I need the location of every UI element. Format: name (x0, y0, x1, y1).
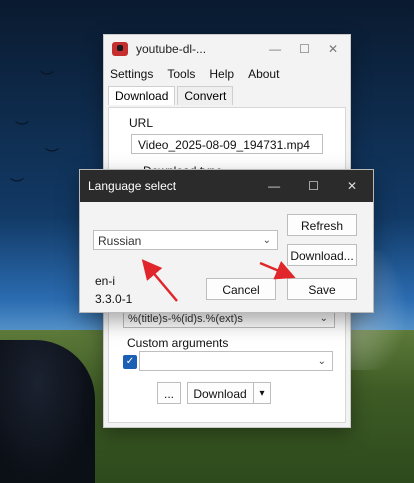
language-select-dialog: Language select — ☐ ✕ Russian ⌄ Refresh … (79, 169, 374, 313)
maximize-icon[interactable]: ☐ (308, 179, 319, 193)
close-icon[interactable]: ✕ (328, 42, 338, 56)
menu-tools[interactable]: Tools (167, 67, 195, 81)
app-icon (112, 42, 128, 56)
dialog-titlebar: Language select — ☐ ✕ (80, 170, 373, 202)
bird-icon: ︶ (40, 70, 54, 86)
menu-about[interactable]: About (248, 67, 279, 81)
language-select-value: Russian (98, 234, 142, 248)
tab-convert[interactable]: Convert (177, 86, 234, 105)
url-input[interactable]: Video_2025-08-09_194731.mp4 (131, 134, 323, 154)
minimize-icon[interactable]: — (269, 42, 281, 56)
bird-icon: ︶ (45, 147, 59, 163)
save-button[interactable]: Save (287, 278, 357, 300)
menu-help[interactable]: Help (209, 67, 234, 81)
version-text: 3.3.0-1 (95, 292, 133, 306)
dialog-body: Russian ⌄ Refresh Download... en-i 3.3.0… (80, 202, 373, 312)
menu-bar: Settings Tools Help About (104, 63, 350, 85)
checkmark-icon: ✓ (125, 356, 135, 367)
download-dropdown-icon[interactable]: ▾ (253, 383, 270, 403)
bird-icon: ︶ (10, 177, 24, 193)
tab-download[interactable]: Download (108, 86, 176, 105)
custom-arguments-select[interactable]: ⌄ (139, 351, 333, 371)
main-window-title: youtube-dl-... (136, 42, 207, 56)
url-label: URL (129, 116, 154, 130)
main-titlebar: youtube-dl-... — ☐ ✕ (104, 35, 350, 63)
dialog-title: Language select (88, 179, 177, 193)
menu-settings[interactable]: Settings (110, 67, 153, 81)
download-button-label: Download (193, 387, 247, 401)
browse-button[interactable]: ... (157, 382, 181, 404)
chevron-down-icon: ⌄ (262, 235, 271, 246)
filename-template-value: %(title)s-%(id)s.%(ext)s (128, 313, 243, 325)
download-button[interactable]: Download ▾ (187, 382, 271, 404)
tab-bar: Download Convert (104, 85, 350, 105)
refresh-button[interactable]: Refresh (287, 214, 357, 236)
language-select[interactable]: Russian ⌄ (93, 230, 278, 250)
minimize-icon[interactable]: — (268, 179, 280, 193)
locale-code: en-i (95, 274, 116, 288)
close-icon[interactable]: ✕ (347, 179, 357, 193)
maximize-icon[interactable]: ☐ (299, 42, 310, 56)
bird-icon: ︶ (15, 120, 29, 136)
custom-arguments-label: Custom arguments (127, 336, 229, 350)
chevron-down-icon: ⌄ (317, 356, 326, 367)
cancel-button[interactable]: Cancel (206, 278, 276, 300)
background-figure (0, 340, 95, 483)
custom-arguments-checkbox[interactable]: ✓ (123, 355, 137, 369)
download-language-button[interactable]: Download... (287, 244, 357, 266)
